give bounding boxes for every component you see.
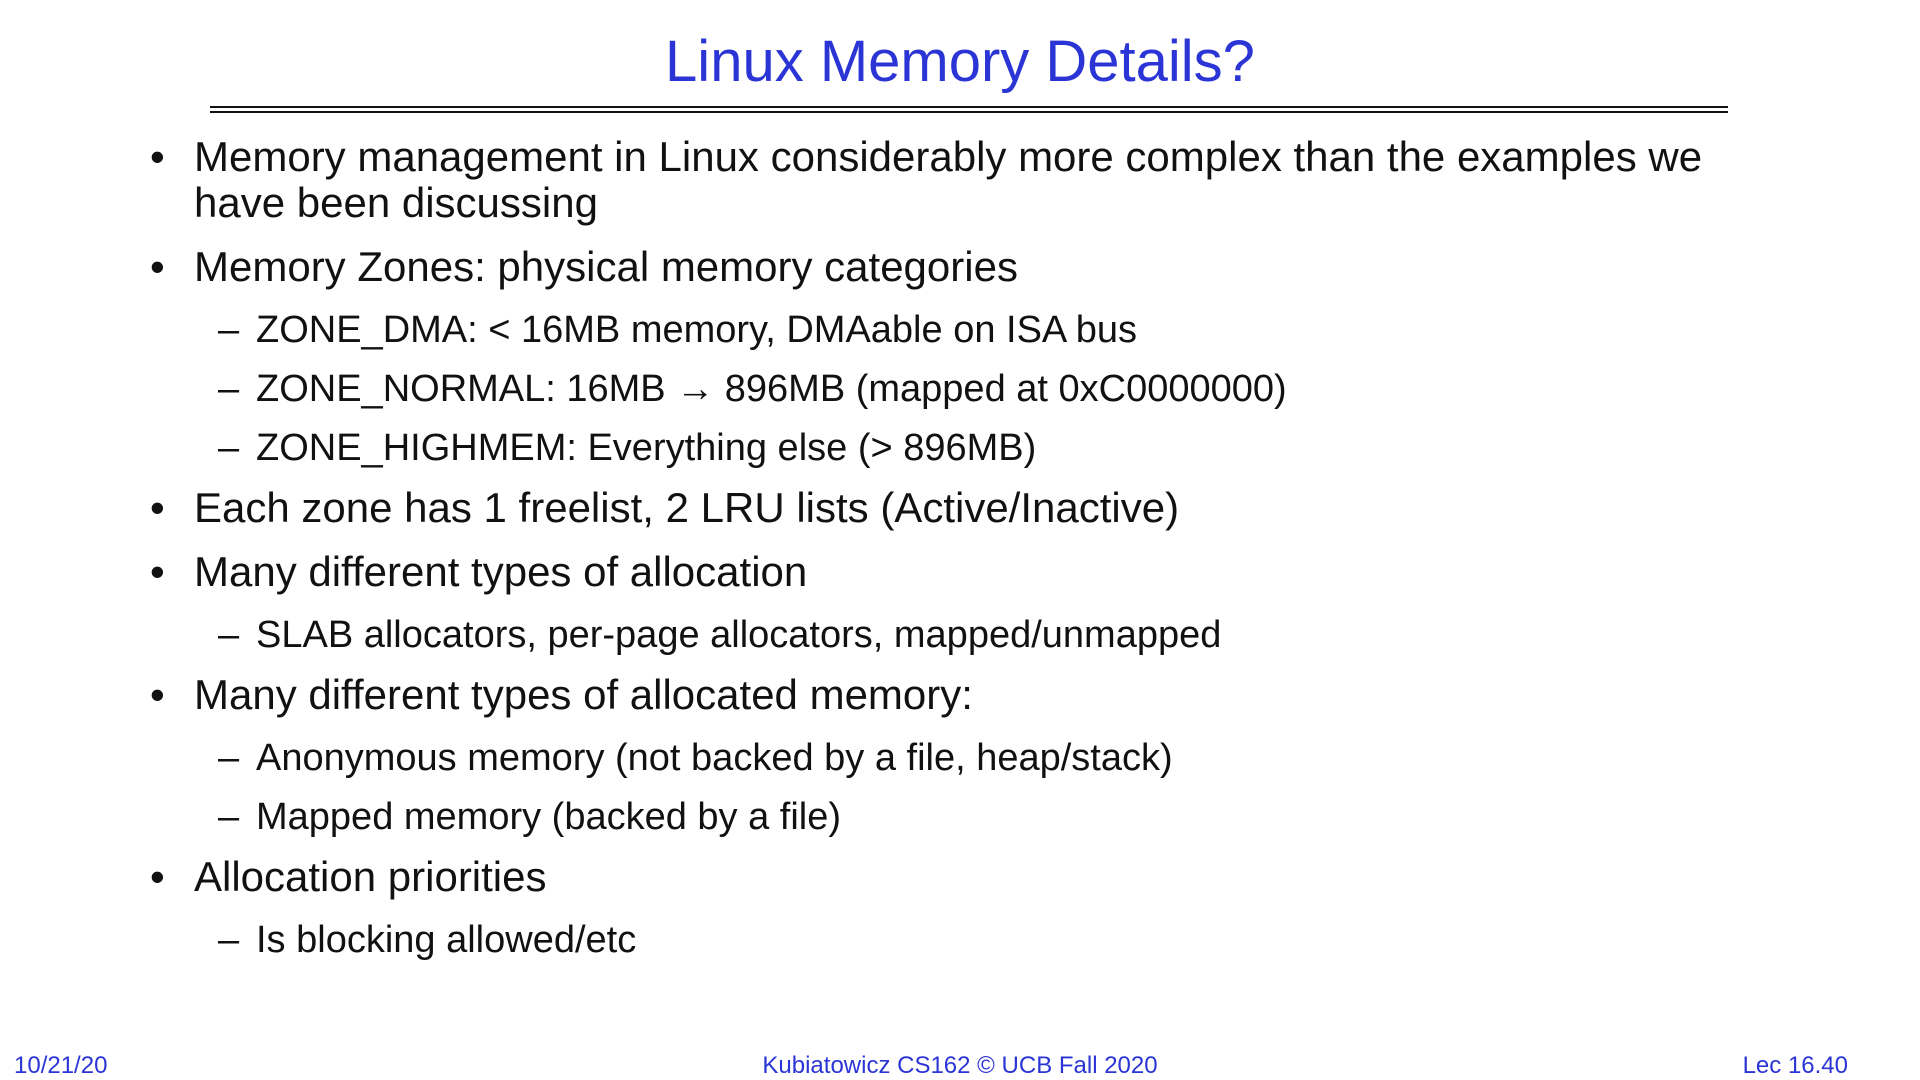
sub-bullet-item: – Is blocking allowed/etc [150,918,1770,962]
title-rule-bottom [210,111,1728,113]
sub-bullet-item: – Mapped memory (backed by a file) [150,795,1770,839]
sub-bullet-text: ZONE_DMA: < 16MB memory, DMAable on ISA … [256,309,1137,351]
bullet-item: • Many different types of allocated memo… [150,672,1770,718]
bullet-item: • Memory management in Linux considerabl… [150,134,1770,226]
sub-bullet-item: – SLAB allocators, per-page allocators, … [150,613,1770,657]
footer-course: Kubiatowicz CS162 © UCB Fall 2020 [762,1052,1158,1079]
bullet-text: Many different types of allocation [194,548,808,595]
bullet-text: Many different types of allocated memory… [194,671,973,718]
sub-bullet-item: – ZONE_HIGHMEM: Everything else (> 896MB… [150,426,1770,470]
bullet-text: Memory Zones: physical memory categories [194,243,1018,290]
sub-bullet-text: ZONE_NORMAL: 16MB → 896MB (mapped at 0xC… [256,368,1287,410]
bullet-marker: • [150,133,165,180]
sub-bullet-item: – ZONE_DMA: < 16MB memory, DMAable on IS… [150,308,1770,352]
slide-title: Linux Memory Details? [665,29,1255,94]
bullet-marker: • [150,671,165,718]
bullet-item: • Allocation priorities [150,854,1770,900]
bullet-marker: • [150,548,165,595]
bullet-text: Allocation priorities [194,853,547,900]
sub-bullet-text: Mapped memory (backed by a file) [256,796,842,838]
sub-bullet-item: – ZONE_NORMAL: 16MB → 896MB (mapped at 0… [150,367,1770,411]
sub-bullet-marker: – [218,309,240,351]
footer-lecture-number: Lec 16.40 [1742,1052,1848,1079]
sub-bullet-marker: – [218,737,240,779]
sub-bullet-marker: – [218,796,240,838]
bullet-item: • Many different types of allocation [150,549,1770,595]
bullet-text: Memory management in Linux considerably … [194,133,1703,226]
sub-bullet-text: ZONE_HIGHMEM: Everything else (> 896MB) [256,427,1037,469]
sub-bullet-text: Anonymous memory (not backed by a file, … [256,737,1173,779]
sub-bullet-marker: – [218,427,240,469]
sub-bullet-text: Is blocking allowed/etc [256,919,637,961]
bullet-item: • Memory Zones: physical memory categori… [150,244,1770,290]
sub-bullet-marker: – [218,368,240,410]
sub-bullet-marker: – [218,919,240,961]
bullet-marker: • [150,853,165,900]
sub-bullet-text: SLAB allocators, per-page allocators, ma… [256,614,1222,656]
bullet-text: Each zone has 1 freelist, 2 LRU lists (A… [194,484,1180,531]
title-rule-top [210,106,1728,108]
bullet-item: • Each zone has 1 freelist, 2 LRU lists … [150,485,1770,531]
slide: Linux Memory Details? • Memory managemen… [0,0,1920,1080]
bullet-marker: • [150,243,165,290]
bullet-marker: • [150,484,165,531]
sub-bullet-item: – Anonymous memory (not backed by a file… [150,736,1770,780]
slide-content: • Memory management in Linux considerabl… [150,134,1770,977]
sub-bullet-marker: – [218,614,240,656]
